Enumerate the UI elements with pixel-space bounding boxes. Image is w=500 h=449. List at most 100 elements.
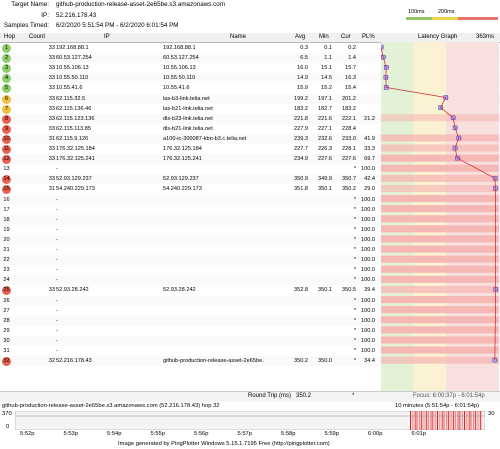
timeline-tick: 6:01p	[411, 431, 427, 437]
packet-loss-bar	[381, 215, 499, 223]
timeline-tick: 5:57p	[237, 431, 253, 437]
samples-value: 6/2/2020 5:51:54 PM - 6/2/2020 6:01:54 P…	[56, 22, 179, 29]
cell-cur: *	[353, 358, 356, 365]
col-ip[interactable]: IP	[104, 34, 110, 40]
cell-cur: *	[353, 226, 356, 233]
timeline-tick: 5:53p	[63, 431, 79, 437]
cell-count: 32	[48, 358, 55, 365]
cell-count: 33	[48, 146, 55, 152]
cell-count: 33	[48, 176, 55, 183]
timeline-loss-mark	[456, 411, 458, 430]
packet-loss-bar	[381, 306, 499, 314]
timeline-loss-mark	[455, 411, 456, 430]
cell-pl: 100.0	[361, 348, 375, 354]
legend-200ms: 200ms	[438, 9, 455, 15]
cell-min: 182.7	[318, 105, 332, 112]
cell-pl: 100.0	[361, 196, 375, 203]
cell-name: 60.53.127.254	[163, 55, 199, 62]
packet-loss-bar	[381, 245, 499, 253]
cell-ip: -	[56, 236, 58, 243]
cell-count: 33	[48, 55, 55, 62]
packet-loss-bar	[381, 265, 499, 273]
timeline-loss-mark	[415, 411, 417, 430]
cell-cur: *	[353, 327, 356, 334]
cell-avg: 350.9	[294, 176, 308, 183]
packet-loss-bar	[381, 195, 499, 203]
timeline-footer: github-production-release-asset-2e65be.s…	[0, 402, 500, 449]
timeline-loss-mark	[420, 411, 422, 430]
col-cur[interactable]: Cur	[341, 34, 351, 40]
hop-number: 25	[2, 286, 11, 296]
col-hop[interactable]: Hop	[4, 34, 15, 40]
cell-count: 33	[48, 156, 55, 163]
timeline-loss-mark	[419, 411, 420, 430]
cell-pl: 100.0	[361, 166, 375, 173]
hop-number: 31	[3, 348, 10, 354]
cell-pl: 100.0	[361, 206, 375, 213]
cell-avg: 221.8	[294, 115, 308, 122]
timeline-loss-mark	[435, 411, 437, 430]
cell-pl: 29.0	[364, 186, 375, 193]
hop-number: 20	[3, 236, 10, 243]
hop-number: 13	[3, 166, 10, 173]
cell-cur: *	[353, 247, 356, 253]
cell-cur: 1.4	[348, 55, 356, 62]
cell-count: 33	[48, 115, 55, 122]
timeline-loss-mark	[467, 411, 469, 430]
cell-count: 31	[48, 135, 55, 142]
col-count[interactable]: Count	[29, 34, 45, 40]
hop-number: 4	[2, 74, 11, 84]
cell-ip: -	[56, 216, 58, 223]
packet-loss-bar	[381, 285, 499, 293]
cell-cur: 0.2	[348, 45, 356, 51]
legend-red-bar	[458, 17, 498, 20]
col-graph: Latency Graph	[418, 34, 458, 40]
timeline-loss-mark	[417, 411, 419, 430]
timeline-loss-mark	[426, 411, 428, 430]
col-avg[interactable]: Avg	[295, 34, 305, 40]
packet-loss-bar	[381, 225, 499, 233]
packet-loss-bar	[381, 114, 499, 122]
timeline-loss-mark	[480, 411, 482, 430]
ip-label: IP:	[41, 12, 49, 19]
packet-loss-bar	[381, 275, 499, 283]
cell-cur: 201.2	[342, 95, 356, 102]
timeline-pl-scale: 30	[488, 411, 495, 417]
col-name[interactable]: Name	[230, 34, 246, 40]
cell-avg: 0.3	[300, 45, 308, 51]
cell-name: a100-ic-300087-kbn-b3.c.telia.net	[163, 135, 247, 142]
cell-avg: 352.8	[294, 287, 308, 294]
cell-min: 0.1	[324, 45, 332, 51]
cell-count: 33	[48, 105, 55, 112]
timeline-ymin: 0	[6, 424, 10, 430]
hop-number: 24	[3, 277, 10, 284]
cell-ip: 54.240.229.173	[56, 186, 95, 193]
packet-loss-bar	[381, 356, 499, 364]
packet-loss-bar	[381, 326, 499, 334]
cell-ip: -	[56, 297, 58, 304]
timeline-loss-mark	[428, 411, 429, 430]
hop-number: 23	[3, 267, 10, 274]
hop-number: 32	[2, 357, 11, 367]
cell-ip: 52.93.28.242	[56, 287, 89, 294]
legend-100ms: 100ms	[408, 9, 425, 15]
legend-yellow-bar	[432, 17, 458, 20]
cell-cur: *	[353, 206, 356, 213]
cell-min: 350.1	[318, 287, 332, 294]
cell-avg: 14.9	[297, 75, 308, 82]
cell-cur: *	[353, 257, 356, 264]
hop-number: 15	[2, 185, 11, 195]
timeline-loss-mark	[429, 411, 431, 430]
cell-cur: 227.6	[342, 156, 356, 163]
cell-cur: 183.2	[342, 105, 356, 112]
cell-pl: 100.0	[361, 317, 375, 324]
timeline-chart[interactable]	[15, 411, 485, 430]
timeline-loss-mark	[476, 411, 478, 430]
cell-pl: 100.0	[361, 226, 375, 233]
timeline-loss-mark	[451, 411, 453, 430]
cell-min: 349.9	[318, 176, 332, 183]
col-pl[interactable]: PL%	[362, 34, 375, 40]
col-min[interactable]: Min	[319, 34, 329, 40]
cell-min: 227.1	[318, 125, 332, 132]
cell-min: 227.6	[318, 156, 332, 163]
